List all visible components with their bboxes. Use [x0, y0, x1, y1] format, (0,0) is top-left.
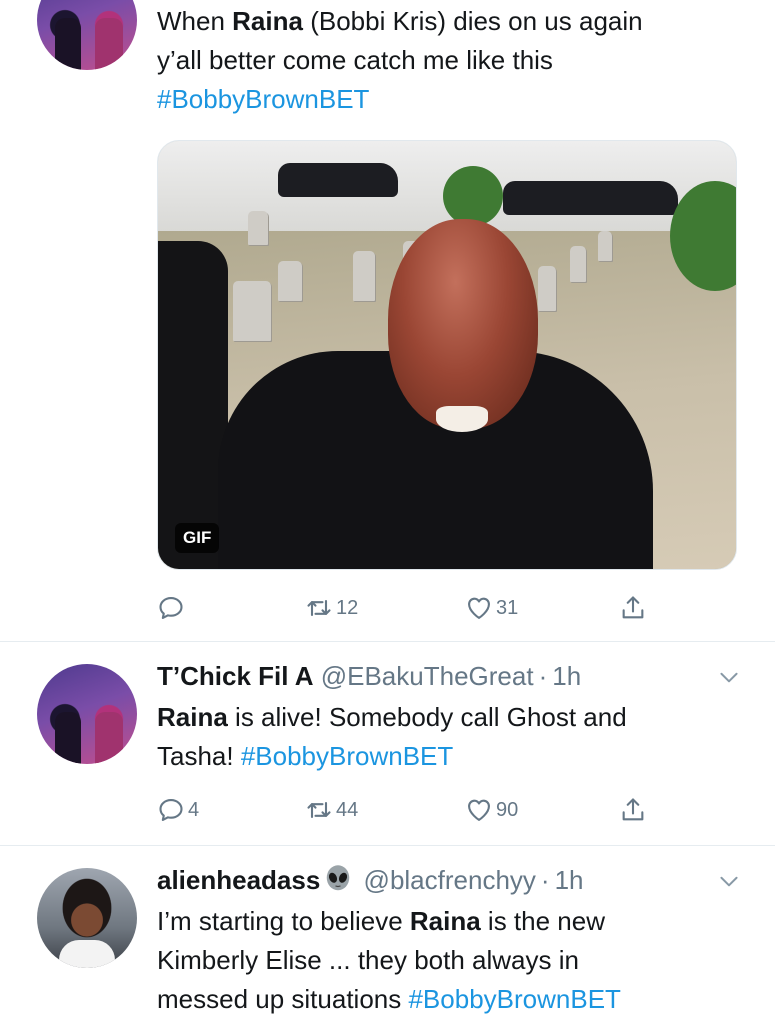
tweet-actions: 4 44 90: [157, 794, 657, 826]
dot-separator: ·: [538, 661, 548, 691]
gif-bush: [443, 166, 503, 226]
gif-stone: [570, 246, 586, 282]
chevron-down-icon[interactable]: [716, 664, 742, 690]
dot-separator: ·: [540, 865, 550, 895]
retweet-button[interactable]: 44: [305, 794, 358, 826]
tweet-header: T’Chick Fil A @EBakuTheGreat · 1h: [157, 658, 581, 694]
gif-stone: [278, 261, 302, 301]
gif-stone: [233, 281, 271, 341]
user-handle[interactable]: @blacfrenchyy: [364, 865, 536, 895]
reply-icon: [159, 799, 183, 821]
share-icon: [622, 596, 644, 619]
heart-icon: [468, 597, 490, 619]
hashtag-link[interactable]: #BobbyBrownBET: [241, 741, 453, 771]
retweet-icon: [307, 801, 331, 819]
mention-raina: Raina: [232, 6, 303, 36]
tweet-text: Raina is alive! Somebody call Ghost and …: [157, 702, 627, 771]
tweet-2[interactable]: T’Chick Fil A @EBakuTheGreat · 1h Raina is…: [0, 642, 775, 845]
gif-car: [278, 163, 398, 197]
mention-raina: Raina: [409, 906, 481, 936]
tweet-text: I’m starting to believe Raina is the new…: [157, 906, 621, 1014]
gif-car: [503, 181, 678, 215]
retweet-button[interactable]: 12: [305, 592, 358, 624]
gif-stone: [538, 266, 556, 311]
retweet-count: 12: [336, 596, 359, 619]
gif-stone: [248, 211, 268, 245]
share-button[interactable]: [619, 592, 647, 624]
chevron-down-icon[interactable]: [716, 868, 742, 894]
reply-button[interactable]: 4: [157, 794, 199, 826]
gif-stone: [598, 231, 612, 261]
gif-badge: GIF: [175, 523, 220, 553]
tweet-3[interactable]: alienheadass @blacfrenchyy · 1h I’m starti…: [0, 846, 775, 1024]
like-button[interactable]: 90: [465, 794, 518, 826]
timestamp[interactable]: 1h: [552, 661, 581, 691]
timestamp[interactable]: 1h: [555, 865, 584, 895]
share-button[interactable]: [619, 794, 647, 826]
reply-icon: [159, 597, 183, 619]
alien-icon: [327, 865, 350, 891]
reply-count: 4: [188, 798, 200, 821]
like-button[interactable]: 31: [465, 592, 518, 624]
share-icon: [622, 798, 644, 821]
like-count: 90: [496, 798, 519, 821]
user-handle[interactable]: @EBakuTheGreat: [321, 661, 534, 691]
tweet-actions: 12 31: [157, 592, 657, 624]
tweet-1[interactable]: When Raina (Bobbi Kris) dies on us again…: [0, 0, 775, 642]
gif-mourner-head: [388, 219, 538, 429]
hashtag-link[interactable]: #BobbyBrownBET: [157, 80, 737, 119]
like-count: 31: [496, 596, 519, 619]
retweet-icon: [307, 599, 331, 617]
reply-button[interactable]: [157, 592, 185, 624]
heart-icon: [468, 799, 490, 821]
gif-media[interactable]: GIF: [157, 140, 737, 570]
gif-mourner-mouth: [436, 406, 488, 432]
display-name[interactable]: T’Chick Fil A: [157, 661, 314, 691]
gif-stone: [353, 251, 375, 301]
tweet-text: When Raina (Bobbi Kris) dies on us again…: [157, 2, 737, 119]
tweet-header: alienheadass @blacfrenchyy · 1h: [157, 862, 584, 898]
avatar[interactable]: [37, 0, 137, 70]
avatar[interactable]: [37, 868, 137, 968]
display-name[interactable]: alienheadass: [157, 865, 320, 895]
mention-raina: Raina: [157, 702, 228, 732]
hashtag-link[interactable]: #BobbyBrownBET: [408, 984, 620, 1014]
retweet-count: 44: [336, 798, 359, 821]
avatar[interactable]: [37, 664, 137, 764]
